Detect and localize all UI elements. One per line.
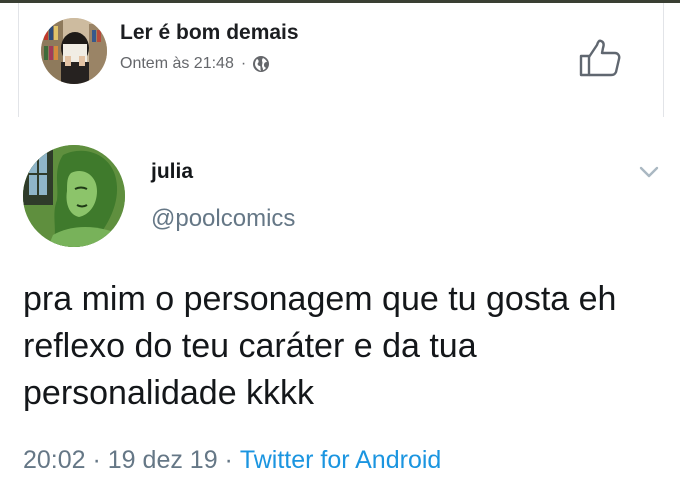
globe-icon xyxy=(253,56,270,72)
tweet-text: pra mim o personagem que tu gosta eh ref… xyxy=(23,280,617,412)
meta-separator: · xyxy=(240,55,247,72)
tweet-source-link[interactable]: Twitter for Android xyxy=(240,446,441,475)
tweet-handle[interactable]: @poolcomics xyxy=(151,205,295,233)
page-avatar[interactable] xyxy=(41,18,107,84)
chevron-down-icon[interactable] xyxy=(638,163,660,181)
thumbs-up-icon[interactable] xyxy=(578,38,622,78)
post-meta: Ontem às 21:48 · xyxy=(120,55,270,73)
page-name[interactable]: Ler é bom demais xyxy=(120,21,299,45)
section-divider xyxy=(0,117,680,122)
tweet-date[interactable]: 19 dez 19 xyxy=(108,446,218,475)
tweet-footer: 20:02 · 19 dez 19 · Twitter for Android xyxy=(23,446,441,475)
footer-separator: · xyxy=(217,446,240,474)
tweet-author-avatar[interactable] xyxy=(23,145,125,247)
tweet-time[interactable]: 20:02 xyxy=(23,446,86,475)
tweet-display-name[interactable]: julia xyxy=(151,160,193,184)
footer-separator: · xyxy=(85,446,108,474)
post-timestamp[interactable]: Ontem às 21:48 xyxy=(120,55,234,73)
facebook-post-header: Ler é bom demais Ontem às 21:48 · xyxy=(18,3,664,117)
